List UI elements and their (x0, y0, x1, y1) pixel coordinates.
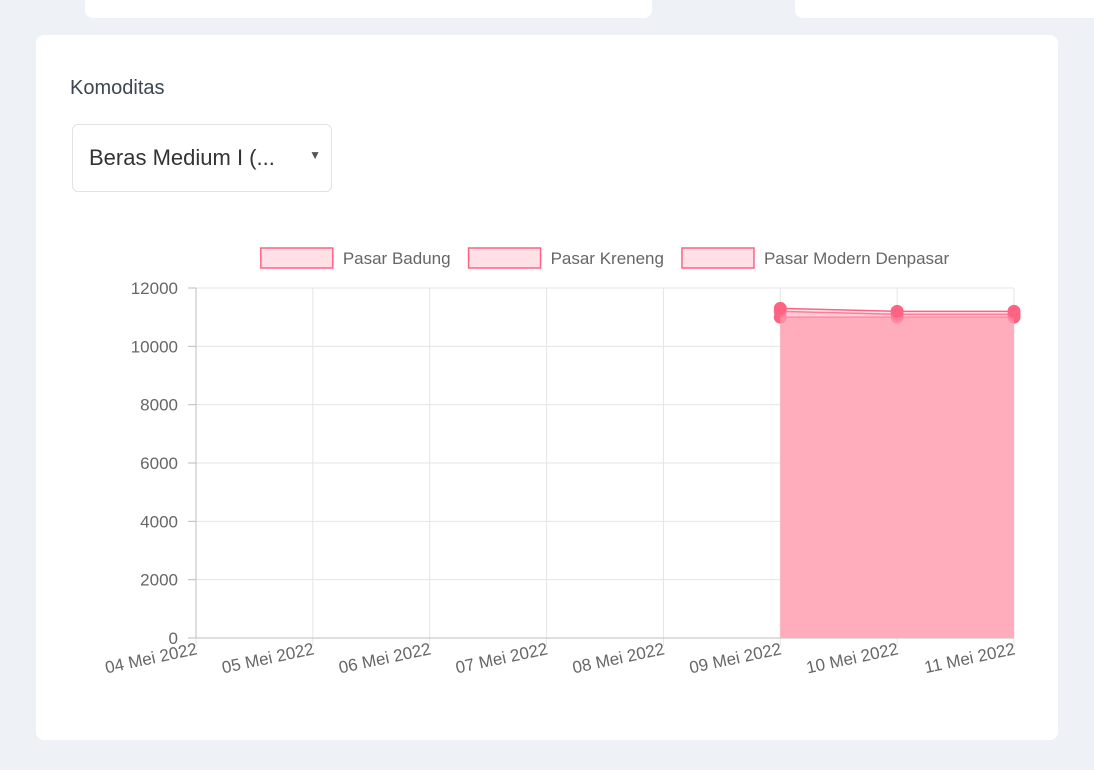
data-point (1007, 304, 1021, 318)
x-tick-label: 08 Mei 2022 (571, 639, 666, 677)
data-point (890, 304, 904, 318)
data-point (773, 301, 787, 315)
y-tick-label: 6000 (140, 454, 178, 473)
x-tick-label: 06 Mei 2022 (337, 639, 432, 677)
x-tick-label: 04 Mei 2022 (103, 639, 198, 677)
y-tick-label: 8000 (140, 396, 178, 415)
legend-swatch (681, 247, 755, 269)
price-chart: 02000400060008000100001200004 Mei 2022 05… (103, 247, 1021, 677)
x-tick-label: 05 Mei 2022 (220, 639, 315, 677)
x-tick-label: 10 Mei 2022 (804, 639, 899, 677)
x-tick-label: 09 Mei 2022 (688, 639, 783, 677)
legend-label: Pasar Kreneng (551, 249, 664, 268)
legend-label: Pasar Modern Denpasar (764, 249, 950, 268)
y-tick-label: 4000 (140, 512, 178, 531)
legend-swatch (260, 247, 334, 269)
y-tick-label: 2000 (140, 571, 178, 590)
legend-label: Pasar Badung (343, 249, 451, 268)
legend-swatch (467, 247, 542, 269)
series-area (780, 308, 1014, 638)
y-tick-label: 12000 (131, 279, 178, 298)
y-tick-label: 10000 (131, 337, 178, 356)
x-tick-label: 07 Mei 2022 (454, 639, 549, 677)
x-tick-label: 11 Mei 2022 (923, 639, 1017, 677)
